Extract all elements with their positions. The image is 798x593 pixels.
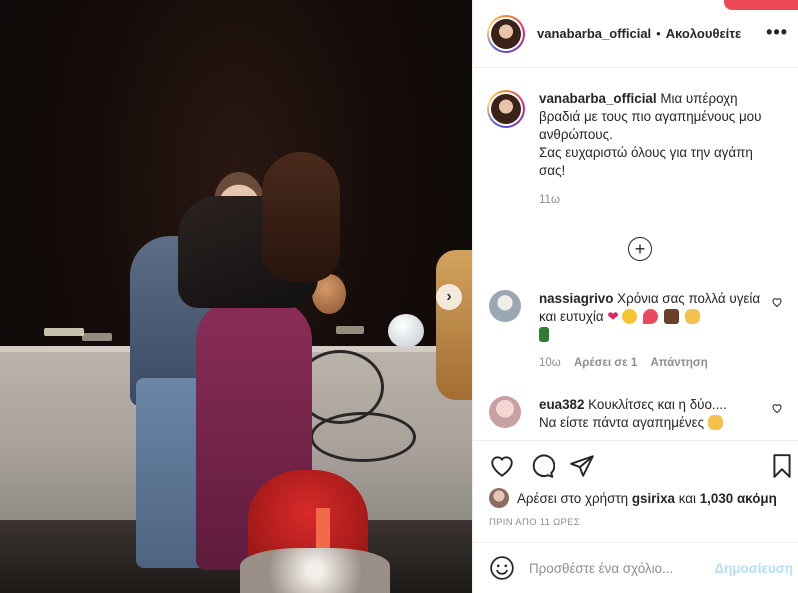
comment-likes-link[interactable]: Αρέσει σε 1 bbox=[574, 357, 637, 369]
comment-bubble-icon[interactable] bbox=[529, 453, 555, 479]
following-button[interactable]: Ακολουθείτε bbox=[666, 26, 742, 41]
balloon-emoji-icon bbox=[643, 309, 659, 324]
liker-username-link[interactable]: gsirixa bbox=[632, 491, 675, 506]
emoji-smiley-icon[interactable] bbox=[489, 555, 515, 581]
background-light bbox=[336, 326, 364, 334]
header-username-link[interactable]: vanabarba_official bbox=[537, 26, 651, 41]
plus-circle-icon[interactable]: + bbox=[628, 237, 652, 261]
likes-summary: Αρέσει στο χρήστη gsirixa και 1,030 ακόμ… bbox=[489, 488, 777, 508]
background-light bbox=[44, 328, 84, 336]
flowers bbox=[240, 548, 390, 593]
share-send-icon[interactable] bbox=[569, 453, 595, 479]
carousel-next-button[interactable]: › bbox=[436, 284, 462, 310]
liker-avatar[interactable] bbox=[489, 488, 509, 508]
comment-avatar[interactable] bbox=[489, 290, 521, 322]
comment-clip: eua382 Κουκλίτσες και η δύο.... Να είστε… bbox=[473, 396, 798, 440]
chevron-right-icon: › bbox=[446, 288, 452, 305]
cake-emoji-icon bbox=[663, 309, 679, 324]
post-timestamp[interactable]: ΠΡΙΝ ΑΠΟ 11 ΩΡΕΣ bbox=[489, 517, 580, 528]
profile-avatar[interactable] bbox=[487, 14, 525, 53]
person-partial-right bbox=[436, 250, 472, 400]
like-heart-icon[interactable] bbox=[489, 453, 515, 479]
more-horizontal-icon[interactable]: ••• bbox=[766, 22, 788, 43]
caption-time[interactable]: 11ω bbox=[539, 194, 798, 206]
reply-button[interactable]: Απάντηση bbox=[650, 357, 707, 369]
comment-input[interactable] bbox=[529, 560, 709, 576]
comment-item: eua382 Κουκλίτσες και η δύο.... Να είστε… bbox=[489, 396, 785, 432]
comment-time[interactable]: 10ω bbox=[539, 357, 561, 369]
post-caption: vanabarba_official Μια υπέροχη βραδιά με… bbox=[473, 68, 798, 180]
person-hair bbox=[262, 152, 340, 282]
comment-username-link[interactable]: nassiagrivo bbox=[539, 291, 613, 306]
comment-username-link[interactable]: eua382 bbox=[539, 397, 584, 412]
post-comment-button[interactable]: Δημοσίευση bbox=[714, 561, 793, 576]
caption-avatar[interactable] bbox=[487, 90, 525, 128]
caption-username-link[interactable]: vanabarba_official bbox=[539, 91, 657, 106]
likes-count-link[interactable]: 1,030 ακόμη bbox=[700, 491, 777, 506]
bookmark-icon[interactable] bbox=[769, 453, 795, 479]
praying-hands-emoji-icon bbox=[684, 309, 700, 324]
likes-conjunction: και bbox=[678, 490, 696, 506]
comment-item: nassiagrivo Χρόνια σας πολλά υγεία και ε… bbox=[489, 290, 785, 372]
comment-text: Κουκλίτσες και η δύο.... bbox=[588, 397, 727, 412]
add-comment-bar: Δημοσίευση bbox=[473, 542, 798, 593]
chair-seat bbox=[310, 412, 416, 462]
heart-outline-icon[interactable] bbox=[771, 402, 783, 414]
heart-eyes-emoji-icon bbox=[622, 309, 638, 324]
champagne-emoji-icon bbox=[539, 327, 549, 342]
praying-hands-emoji-icon bbox=[707, 415, 723, 430]
comment-avatar[interactable] bbox=[489, 396, 521, 428]
background-light bbox=[82, 333, 112, 341]
heart-outline-icon[interactable] bbox=[771, 296, 783, 308]
likes-prefix: Αρέσει στο χρήστη bbox=[517, 490, 629, 506]
comment-text-second-line: Να είστε πάντα αγαπημένες bbox=[539, 415, 705, 430]
avatar-photo bbox=[491, 94, 521, 124]
post-header: vanabarba_official • Ακολουθείτε ••• bbox=[473, 0, 798, 68]
post-photo[interactable]: › bbox=[0, 0, 472, 593]
balloon-white bbox=[388, 314, 424, 348]
avatar-photo bbox=[491, 18, 521, 49]
post-actions-bar bbox=[473, 440, 798, 490]
caption-text-second-line: Σας ευχαριστώ όλους για την αγάπη σας! bbox=[539, 145, 753, 178]
header-separator: • bbox=[656, 26, 661, 41]
post-sidebar: vanabarba_official • Ακολουθείτε ••• van… bbox=[472, 0, 798, 593]
heart-emoji-icon: ❤ bbox=[607, 309, 619, 324]
